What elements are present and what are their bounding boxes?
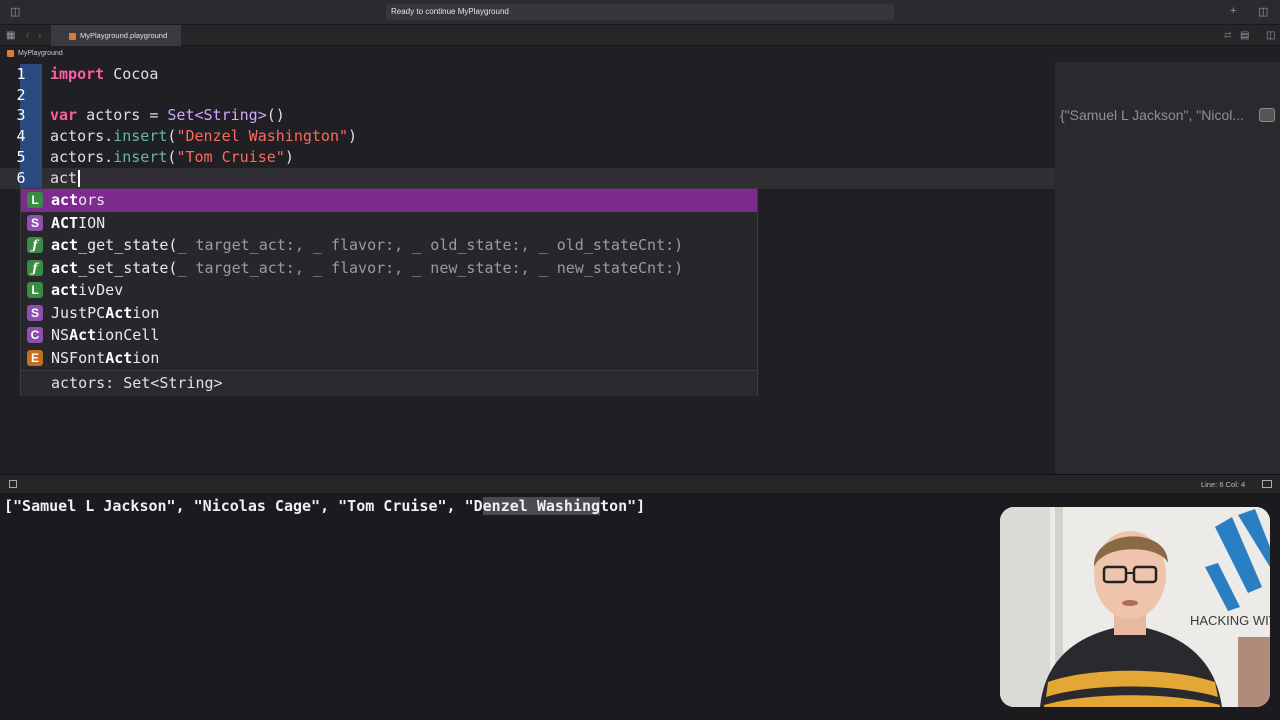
line-number: 3 [16, 106, 26, 124]
code-line[interactable]: 5 actors.insert("Tom Cruise") [0, 147, 1055, 168]
related-items-icon[interactable]: ⇄ [1224, 30, 1232, 41]
cursor-position: Line: 6 Col: 4 [1201, 480, 1246, 489]
completion-item[interactable]: C NSActionCell [21, 324, 757, 347]
forward-icon[interactable]: › [38, 30, 41, 41]
line-number: 6 [16, 169, 26, 187]
enum-icon: E [27, 349, 43, 366]
sidebar-toggle-icon[interactable]: ◫ [10, 7, 20, 18]
completion-label: ACTION [51, 213, 106, 232]
code-line[interactable]: 2 [0, 85, 1055, 106]
split-editor-icon[interactable]: ◫ [1266, 30, 1275, 41]
completion-label: JustPCAction [51, 303, 160, 322]
add-icon[interactable]: + [1230, 6, 1236, 17]
swift-file-icon [69, 32, 76, 40]
webcam-overlay: HACKING WIT [1000, 507, 1270, 707]
code-line[interactable]: 3 var actors = Set<String>() [0, 105, 1055, 126]
presenter-video: HACKING WIT [1000, 507, 1270, 707]
line-number: 4 [16, 127, 26, 145]
code-line[interactable]: 1 import Cocoa [0, 64, 1055, 85]
code-text: actors.insert("Tom Cruise") [50, 148, 294, 166]
completion-popup: L actors S ACTION ƒ act_get_state(_ targ… [20, 188, 758, 396]
local-variable-icon: L [27, 192, 43, 208]
results-sidebar [1055, 62, 1280, 474]
local-variable-icon: L [27, 282, 43, 298]
completion-label: activDev [51, 281, 124, 299]
code-text: actors.insert("Denzel Washington") [50, 127, 358, 145]
backdrop-text: HACKING WIT [1190, 613, 1270, 628]
completion-label: NSFontAction [51, 348, 160, 367]
inspector-toggle-icon[interactable]: ◫ [1258, 7, 1268, 18]
debug-bar: Line: 6 Col: 4 [0, 474, 1280, 493]
code-text: import Cocoa [50, 65, 159, 83]
code-text: act [50, 168, 80, 189]
text-cursor [78, 170, 80, 187]
activity-status: Ready to continue MyPlayground [386, 4, 894, 20]
tab-bar: ▦ ‹ › MyPlayground.playground ⇄ ▤ ◫ [0, 24, 1280, 46]
console-output: ["Samuel L Jackson", "Nicolas Cage", "To… [4, 497, 646, 515]
tab-myplayground[interactable]: MyPlayground.playground [51, 25, 181, 46]
console-toggle-icon[interactable] [1262, 480, 1272, 488]
breadcrumb-label: MyPlayground [18, 50, 63, 57]
completion-signature: actors: Set<String> [51, 374, 223, 392]
editor-options-icon[interactable]: ▤ [1240, 30, 1249, 41]
completion-item[interactable]: ƒ act_set_state(_ target_act:, _ flavor:… [21, 257, 757, 280]
tab-label: MyPlayground.playground [80, 31, 168, 40]
line-number: 1 [16, 65, 26, 83]
line-number: 2 [16, 86, 26, 104]
completion-label: actors [51, 191, 106, 209]
inline-result: {"Samuel L Jackson", "Nicol... [1060, 107, 1245, 123]
breadcrumb[interactable]: MyPlayground [0, 46, 1280, 62]
struct-icon: S [27, 214, 43, 231]
code-line-current[interactable]: 6 act [0, 168, 1055, 189]
line-number: 5 [16, 148, 26, 166]
completion-detail: actors: Set<String> [21, 370, 757, 396]
function-icon: ƒ [27, 259, 43, 276]
back-icon[interactable]: ‹ [26, 30, 29, 41]
completion-label: NSActionCell [51, 326, 160, 344]
grid-icon[interactable]: ▦ [6, 30, 15, 41]
class-icon: C [27, 327, 43, 343]
show-result-toggle[interactable] [1259, 108, 1275, 122]
completion-item[interactable]: ƒ act_get_state(_ target_act:, _ flavor:… [21, 234, 757, 257]
completion-item[interactable]: E NSFontAction [21, 347, 757, 370]
title-bar: ◫ Ready to continue MyPlayground + ◫ [0, 0, 1280, 24]
code-text: var actors = Set<String>() [50, 106, 285, 124]
completion-label: act_set_state(_ target_act:, _ flavor:, … [51, 258, 684, 277]
completion-label: act_get_state(_ target_act:, _ flavor:, … [51, 236, 684, 254]
completion-item[interactable]: L activDev [21, 279, 757, 302]
swift-file-icon [7, 49, 14, 57]
completion-item[interactable]: S ACTION [21, 212, 757, 235]
struct-icon: S [27, 304, 43, 321]
run-toggle-icon[interactable] [9, 480, 17, 488]
completion-item[interactable]: S JustPCAction [21, 302, 757, 325]
function-icon: ƒ [27, 237, 43, 253]
code-line[interactable]: 4 actors.insert("Denzel Washington") [0, 126, 1055, 147]
completion-item[interactable]: L actors [21, 189, 757, 212]
